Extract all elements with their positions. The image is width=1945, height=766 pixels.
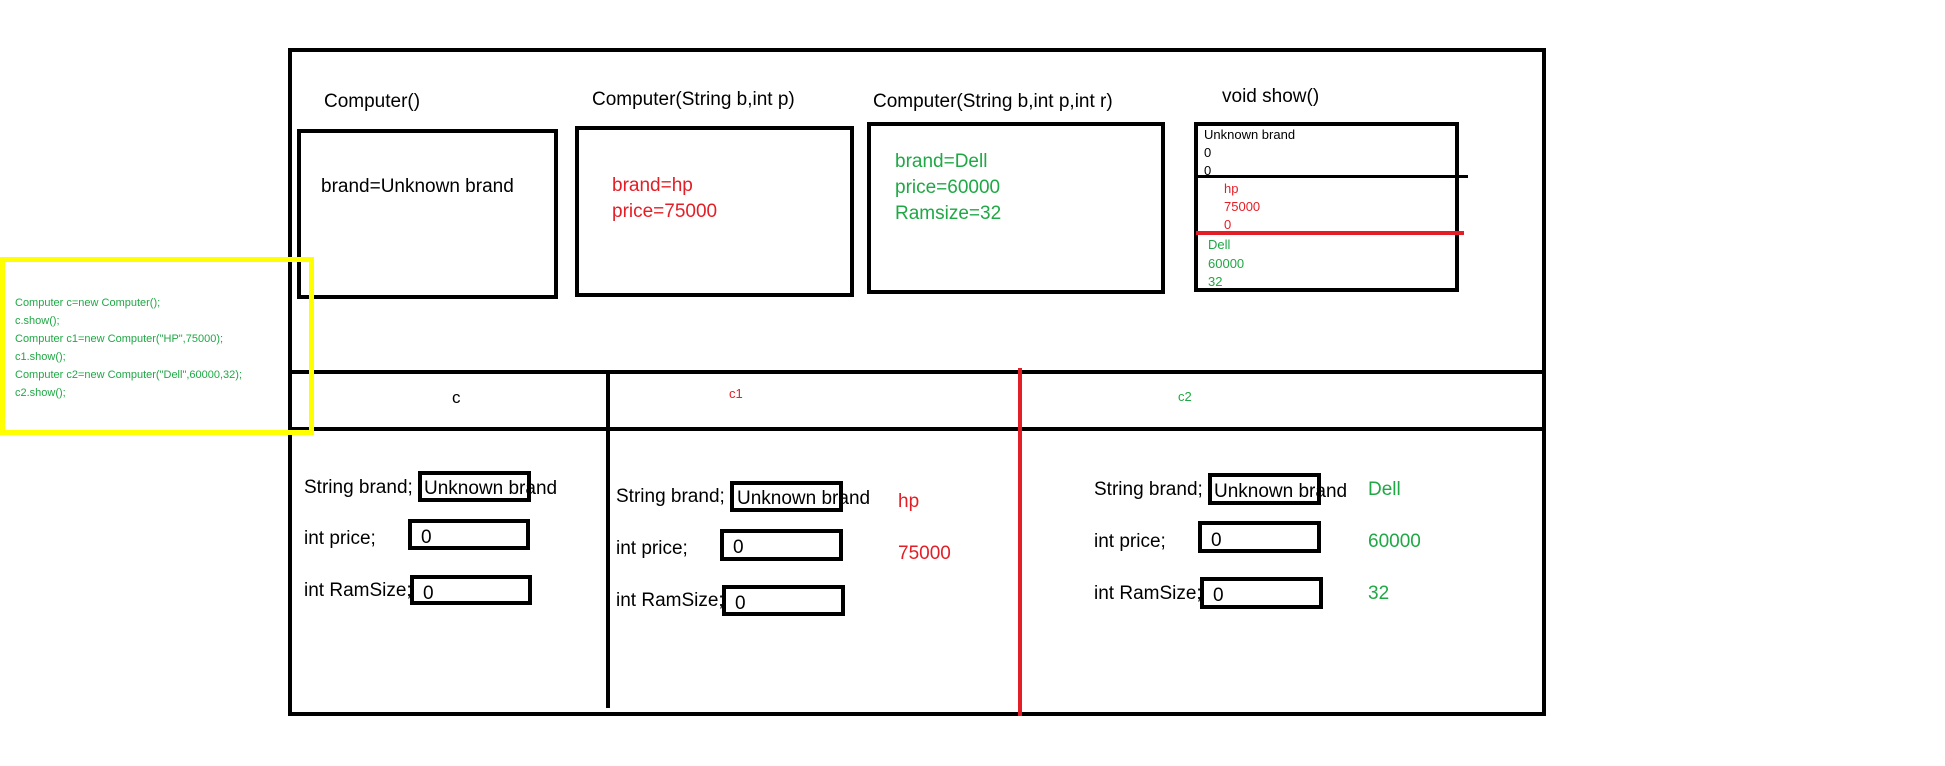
constructor-three-args-line-3: Ramsize=32 bbox=[895, 203, 1002, 224]
object-c2-field-label-brand: String brand; bbox=[1094, 479, 1203, 500]
object-c1-field-label-price: int price; bbox=[616, 538, 688, 559]
object-c1-assigned-price: 75000 bbox=[898, 543, 951, 564]
constructor-title-default: Computer() bbox=[324, 91, 421, 112]
object-c-field-value-brand: Unknown brand bbox=[424, 478, 558, 499]
show-output-c1-line-3: 0 bbox=[1224, 217, 1232, 232]
show-output-c1-line-2: 75000 bbox=[1224, 199, 1261, 214]
show-output-c-line-2: 0 bbox=[1204, 145, 1212, 160]
constructor-two-args-line-2: price=75000 bbox=[612, 201, 718, 222]
constructor-section-divider bbox=[288, 370, 1546, 374]
constructor-box-default bbox=[297, 129, 558, 299]
object-header-divider bbox=[288, 427, 1546, 431]
object-c-field-value-price: 0 bbox=[421, 527, 432, 548]
object-c2-assigned-ramsize: 32 bbox=[1368, 583, 1390, 604]
show-output-c-line-1: Unknown brand bbox=[1204, 127, 1296, 142]
show-output-c2-line-2: 60000 bbox=[1208, 256, 1245, 271]
code-line-2: c.show(); bbox=[15, 315, 60, 327]
object-column-divider-1 bbox=[606, 370, 610, 708]
constructor-default-line: brand=Unknown brand bbox=[321, 176, 514, 197]
code-line-6: c2.show(); bbox=[15, 387, 66, 399]
object-c1-assigned-brand: hp bbox=[898, 491, 920, 512]
constructor-three-args-line-2: price=60000 bbox=[895, 177, 1001, 198]
show-output-c1-line-1: hp bbox=[1224, 181, 1239, 196]
object-name-c2: c2 bbox=[1178, 389, 1192, 404]
object-name-c1: c1 bbox=[729, 386, 743, 401]
object-c2-field-value-ramsize: 0 bbox=[1213, 585, 1224, 606]
code-line-3: Computer c1=new Computer("HP",75000); bbox=[15, 333, 224, 345]
object-c-field-value-ramsize: 0 bbox=[423, 583, 434, 604]
object-c-field-label-price: int price; bbox=[304, 528, 376, 549]
constructor-three-args-line-1: brand=Dell bbox=[895, 151, 988, 172]
constructor-two-args-line-1: brand=hp bbox=[612, 175, 693, 196]
object-c1-field-value-ramsize: 0 bbox=[735, 593, 746, 614]
object-c1-field-value-brand: Unknown brand bbox=[737, 488, 871, 509]
constructor-title-two-args: Computer(String b,int p) bbox=[592, 89, 795, 110]
object-c1-field-value-price: 0 bbox=[733, 537, 744, 558]
show-output-divider-2 bbox=[1196, 231, 1464, 235]
object-c1-field-label-ramsize: int RamSize; bbox=[616, 590, 724, 611]
code-line-1: Computer c=new Computer(); bbox=[15, 297, 161, 309]
object-c-field-label-brand: String brand; bbox=[304, 477, 413, 498]
show-output-c2-line-3: 32 bbox=[1208, 274, 1223, 289]
object-c2-field-label-price: int price; bbox=[1094, 531, 1166, 552]
object-c1-field-label-brand: String brand; bbox=[616, 486, 725, 507]
object-c2-field-value-brand: Unknown brand bbox=[1214, 481, 1348, 502]
code-line-5: Computer c2=new Computer("Dell",60000,32… bbox=[15, 369, 243, 381]
object-c2-assigned-brand: Dell bbox=[1368, 479, 1401, 500]
object-column-divider-2 bbox=[1018, 368, 1022, 716]
show-output-divider-1 bbox=[1196, 175, 1468, 178]
constructor-title-three-args: Computer(String b,int p,int r) bbox=[873, 91, 1113, 112]
object-c-field-label-ramsize: int RamSize; bbox=[304, 580, 412, 601]
show-method-title: void show() bbox=[1222, 86, 1320, 107]
object-name-c: c bbox=[452, 388, 461, 407]
show-output-c-line-3: 0 bbox=[1204, 163, 1212, 178]
code-line-4: c1.show(); bbox=[15, 351, 66, 363]
object-c2-field-value-price: 0 bbox=[1211, 530, 1222, 551]
object-c2-field-label-ramsize: int RamSize; bbox=[1094, 583, 1202, 604]
show-output-c2-line-1: Dell bbox=[1208, 237, 1231, 252]
object-c2-assigned-price: 60000 bbox=[1368, 531, 1421, 552]
